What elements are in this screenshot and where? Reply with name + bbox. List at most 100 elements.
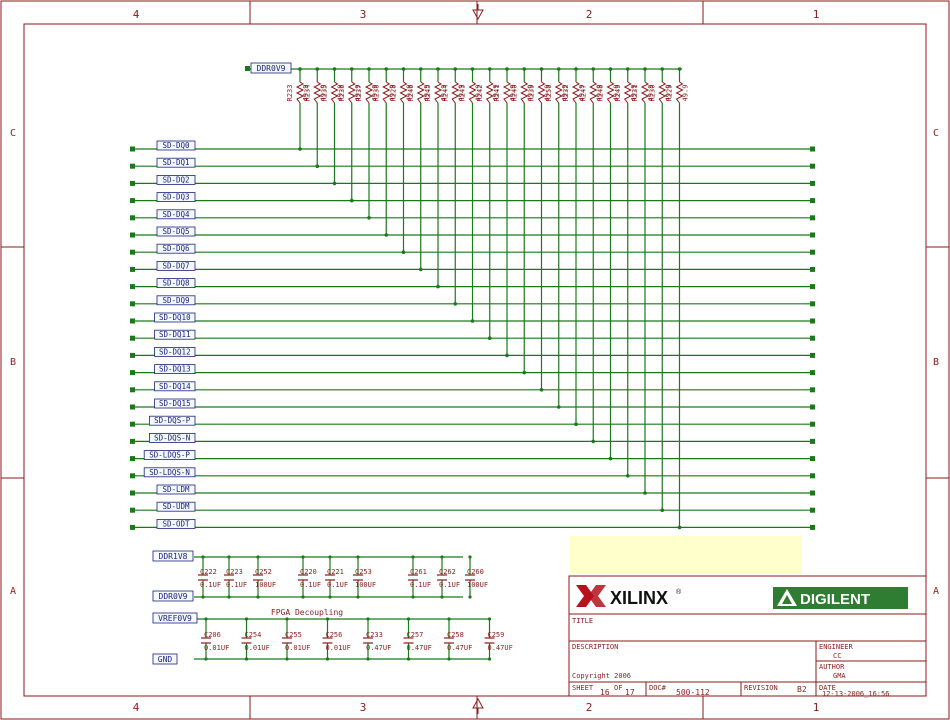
zone-label-bottom: 1 [813, 701, 820, 714]
decoupling-group-fpga: FPGA Decoupling VREF0V9 GND C2060.01UFC2… [152, 608, 513, 665]
signal-pin-right [810, 438, 815, 444]
signal-pin-left [130, 232, 135, 238]
signal-pin-right [810, 198, 815, 204]
zone-label-top: 2 [586, 8, 593, 21]
capacitor-ref: C260 [467, 568, 484, 576]
resistor-ref: R240 [510, 85, 518, 102]
capacitor-value: 0.1UF [200, 581, 221, 589]
capacitor-value: 0.01UF [326, 644, 351, 652]
capacitor-ref: C253 [355, 568, 372, 576]
digilent-logo: DIGILENT [773, 587, 908, 609]
copyright-text: Copyright 2006 [572, 672, 631, 680]
resistor-ref: R241 [493, 85, 501, 102]
capacitor-value: 0.01UF [285, 644, 310, 652]
signal-port-label: SD-DQ5 [162, 227, 189, 236]
capacitor-value: 100UF [467, 581, 488, 589]
signal-port-label: SD-LDQS-N [149, 468, 190, 477]
resistor-ref: R250 [545, 85, 553, 102]
capacitor-ref: C222 [200, 568, 217, 576]
termination-resistor-bank: R233 49.9R234 49.9R235 49.9R236 49.9R237 49.9… [286, 67, 690, 530]
description-label: DESCRIPTION [572, 643, 618, 651]
capacitor-ref: C255 [285, 631, 302, 639]
signal-port-label: SD-DQS-N [154, 433, 190, 442]
signal-port-label: SD-DQ6 [162, 244, 190, 253]
zone-label-right: B [933, 357, 939, 368]
center-marker-bottom-icon [472, 697, 484, 714]
capacitor-ref: C258 [447, 631, 464, 639]
title-label: TITLE [572, 617, 593, 625]
sheet-total: 17 [625, 688, 635, 697]
signal-pin-left [130, 163, 135, 169]
signal-pin-left [130, 146, 135, 152]
capacitor-ref: C254 [245, 631, 262, 639]
zone-label-top: 1 [813, 8, 820, 21]
capacitor-value: 100UF [355, 581, 376, 589]
resistor-ref: R237 [355, 85, 363, 102]
capacitor-ref: C220 [300, 568, 317, 576]
capacitor-ref: C223 [226, 568, 243, 576]
signal-pin-right [810, 163, 815, 169]
digilent-logo-text: DIGILENT [800, 591, 870, 608]
signal-pin-right [810, 266, 815, 272]
resistor-ref: R245 [424, 85, 432, 102]
net-port-label: DDR0V9 [159, 592, 188, 601]
capacitor-value: 0.47UF [366, 644, 391, 652]
signal-pin-right [810, 335, 815, 341]
sheet-number: 16 [600, 688, 610, 697]
schematic-sheet: 4 3 2 1 4 3 2 1 C B A C B A DDR0V9 R233 4… [0, 0, 950, 720]
signal-pin-left [130, 318, 135, 324]
zone-label-top: 3 [360, 8, 367, 21]
signal-pin-right [810, 473, 815, 479]
engineer-label: ENGINEER [819, 643, 854, 651]
capacitor-row-fpga: C206 0.01UF C254 0.01UF C255 0.01UF C256 0.01UF… [201, 617, 513, 661]
resistor-ref: R246 [407, 85, 415, 102]
capacitor-ref: C261 [410, 568, 427, 576]
sheet-label: SHEET [572, 684, 594, 692]
signal-pin-left [130, 198, 135, 204]
resistor-ref: R249 [614, 85, 622, 102]
signal-pin-left [130, 404, 135, 410]
signal-pin-left [130, 370, 135, 376]
resistor-value: 49.9 [682, 85, 690, 102]
zone-label-left: A [10, 586, 16, 597]
resistor-ref: R247 [579, 85, 587, 102]
signal-port-label: SD-UDM [162, 502, 190, 511]
capacitor-value: 0.1UF [226, 581, 247, 589]
signal-pin-left [130, 284, 135, 290]
resistor-ref: R248 [597, 85, 605, 102]
signal-port-label: SD-DQ14 [159, 382, 191, 391]
capacitor-value: 0.47UF [488, 644, 513, 652]
signal-port-label: SD-DQ7 [162, 261, 189, 270]
signal-port-label: SD-DQ10 [159, 313, 191, 322]
resistor-ref: R238 [372, 85, 380, 102]
signal-pin-left [130, 387, 135, 393]
signal-port-label: SD-LDQS-P [149, 451, 190, 460]
resistor-ref: R243 [459, 85, 467, 102]
net-port-label: DDR1V8 [159, 552, 188, 561]
zone-label-bottom: 4 [133, 701, 140, 714]
resistor-ref: R230 [648, 85, 656, 102]
signal-port-label: SD-DQ0 [162, 141, 190, 150]
resistor-ref: R235 [321, 85, 329, 102]
signal-port-label: SD-DQ13 [159, 365, 191, 374]
signal-port-label: SD-DQS-P [154, 416, 191, 425]
signal-pin-left [130, 507, 135, 513]
capacitor-value: 0.1UF [300, 581, 321, 589]
signal-port-label: SD-DQ15 [159, 399, 191, 408]
signal-pin-right [810, 301, 815, 307]
signal-pin-right [810, 146, 815, 152]
capacitor-ref: C262 [439, 568, 456, 576]
note-box [570, 536, 802, 574]
capacitor-ref: C256 [326, 631, 343, 639]
net-port-label: GND [158, 655, 173, 664]
signal-pin-left [130, 490, 135, 496]
signal-pin-right [810, 370, 815, 376]
of-label: OF [614, 684, 622, 692]
zone-label-top: 4 [133, 8, 140, 21]
xilinx-logo-text: XILINX [610, 588, 668, 608]
revision-value: B2 [797, 685, 807, 694]
signal-pin-left [130, 335, 135, 341]
signal-pin-left [130, 215, 135, 221]
capacitor-value: 0.1UF [410, 581, 431, 589]
signal-pin-right [810, 318, 815, 324]
